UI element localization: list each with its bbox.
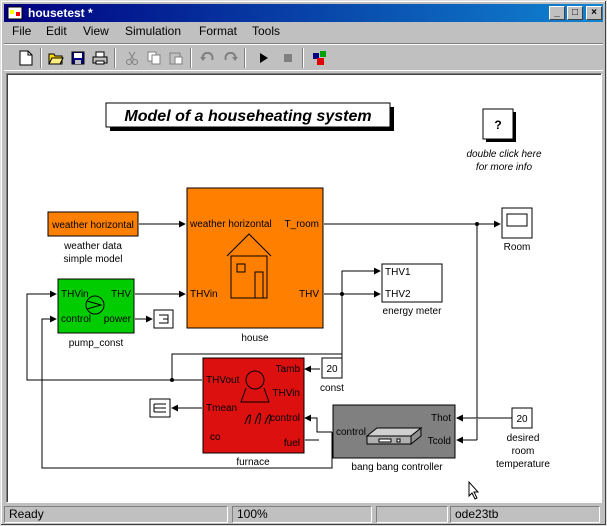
weather-data-block[interactable]: weather horizontal [47, 211, 139, 237]
menu-format[interactable]: Format [199, 24, 237, 38]
menu-bar: File Edit View Simulation Format Tools [4, 23, 603, 41]
status-text: Ready [4, 506, 228, 523]
maximize-button[interactable]: □ [567, 6, 583, 20]
furnace-port-tmean: Tmean [206, 403, 237, 414]
info-text-line2: for more info [476, 162, 533, 173]
model-title-block[interactable]: Model of a househeating system [105, 102, 394, 131]
pump-block[interactable]: THVin control THV power [57, 278, 135, 334]
controller-port-thot: Thot [431, 413, 451, 424]
library-browser-icon[interactable] [310, 48, 330, 68]
furnace-port-thvin: THVin [272, 388, 300, 399]
pump-label: pump_const [69, 338, 124, 349]
zoom-level: 100% [232, 506, 372, 523]
controller-device-icon [365, 426, 423, 446]
pump-port-power: power [104, 314, 132, 325]
weather-port-label: weather horizontal [51, 220, 134, 231]
model-title: Model of a househeating system [124, 108, 371, 125]
furnace-label: furnace [236, 457, 270, 468]
const-label: const [320, 383, 344, 394]
menu-view[interactable]: View [83, 24, 109, 38]
undo-icon[interactable] [198, 48, 218, 68]
setpoint-label-line1: desired [507, 433, 540, 444]
house-port-troom: T_room [285, 219, 319, 230]
pump-port-thvin: THVin [61, 289, 89, 300]
print-icon[interactable] [90, 48, 110, 68]
save-icon[interactable] [68, 48, 88, 68]
simulink-app-icon [7, 6, 23, 20]
minimize-button[interactable]: _ [549, 6, 565, 20]
start-simulation-icon[interactable] [254, 48, 274, 68]
energy-meter-label: energy meter [383, 306, 443, 317]
mouse-cursor-icon [468, 480, 480, 500]
energy-meter-port2: THV2 [385, 289, 411, 300]
house-label: house [241, 333, 269, 344]
model-canvas[interactable]: Model of a househeating system ? double … [6, 73, 602, 503]
copy-icon[interactable] [144, 48, 164, 68]
new-icon[interactable] [16, 48, 36, 68]
menu-tools[interactable]: Tools [252, 24, 280, 38]
const-block[interactable]: 20 [321, 357, 343, 379]
pump-port-control: control [61, 314, 91, 325]
pump-power-terminator[interactable] [153, 309, 174, 329]
toolbar-separator [302, 48, 304, 68]
controller-port-control: control [336, 427, 366, 438]
house-port-thvin: THVin [190, 289, 218, 300]
toolbar [4, 43, 603, 71]
toolbar-separator [244, 48, 246, 68]
furnace-port-thvout: THVout [206, 375, 240, 386]
setpoint-block[interactable]: 20 [511, 407, 533, 429]
controller-label: bang bang controller [351, 462, 443, 473]
info-block[interactable]: ? [482, 108, 516, 142]
info-text-line1: double click here [466, 149, 541, 160]
furnace-port-tamb: Tamb [276, 364, 301, 375]
house-port-thv: THV [299, 289, 319, 300]
pump-port-thv: THV [111, 289, 131, 300]
close-button[interactable]: × [586, 6, 602, 20]
weather-label-line2: simple model [64, 254, 123, 265]
setpoint-value: 20 [516, 414, 528, 425]
redo-icon[interactable] [220, 48, 240, 68]
controller-port-tcold: Tcold [428, 436, 451, 447]
window-title: housetest * [28, 6, 93, 20]
stop-simulation-icon[interactable] [278, 48, 298, 68]
toolbar-separator [114, 48, 116, 68]
title-bar[interactable]: housetest * _ □ × [4, 4, 603, 22]
simulink-window: housetest * _ □ × File Edit View Simulat… [0, 0, 607, 526]
house-port-weather: weather horizontal [189, 219, 272, 230]
const-value: 20 [326, 364, 338, 375]
menu-edit[interactable]: Edit [46, 24, 67, 38]
status-panel-empty [376, 506, 448, 523]
furnace-port-co: co [210, 432, 221, 443]
weather-label-line1: weather data [63, 241, 122, 252]
menu-simulation[interactable]: Simulation [125, 24, 181, 38]
question-mark-icon: ? [494, 118, 501, 132]
open-folder-icon[interactable] [46, 48, 66, 68]
solver-name: ode23tb [450, 506, 600, 523]
furnace-port-fuel: fuel [284, 438, 300, 449]
paste-icon[interactable] [166, 48, 186, 68]
tmean-terminator[interactable] [149, 398, 171, 418]
furnace-port-control: control [270, 413, 300, 424]
toolbar-separator [190, 48, 192, 68]
house-block[interactable]: weather horizontal THVin T_room THV [186, 187, 324, 329]
toolbar-separator [40, 48, 42, 68]
furnace-block[interactable]: Tamb THVin control THVout Tmean co fuel [202, 357, 305, 454]
energy-meter-port1: THV1 [385, 267, 411, 278]
bang-bang-controller-block[interactable]: control Thot Tcold [332, 404, 456, 459]
cut-icon[interactable] [122, 48, 142, 68]
menu-file[interactable]: File [12, 24, 31, 38]
setpoint-label-line2: room [512, 446, 535, 457]
energy-meter-block[interactable]: THV1 THV2 [381, 263, 443, 303]
room-scope-block[interactable] [501, 207, 533, 239]
room-scope-label: Room [504, 242, 531, 253]
setpoint-label-line3: temperature [496, 459, 550, 470]
status-bar: Ready 100% ode23tb [4, 505, 603, 524]
